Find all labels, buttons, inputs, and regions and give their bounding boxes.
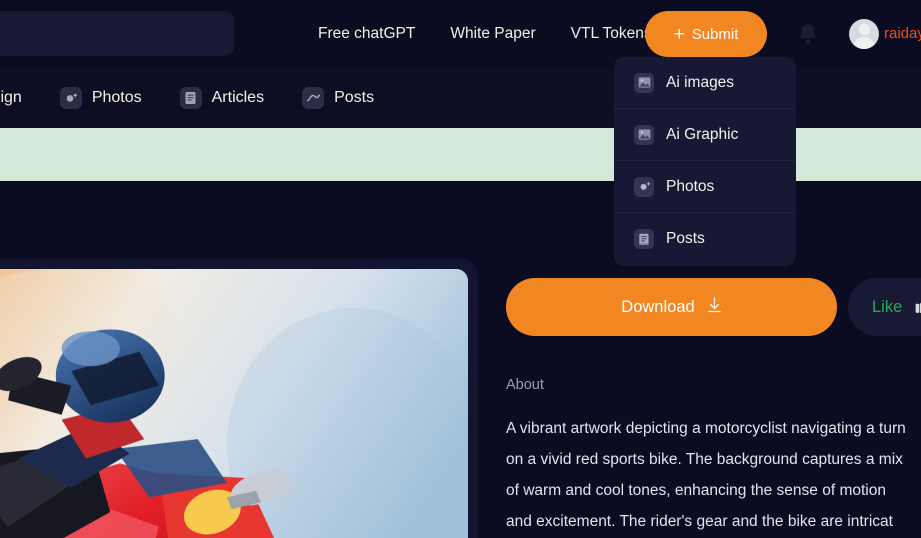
artwork-image <box>0 269 468 538</box>
dropdown-item-label: Photos <box>666 177 715 195</box>
artwork-card[interactable] <box>0 259 478 538</box>
dropdown-item-label: Ai Graphic <box>666 125 739 143</box>
subnav-label: Photos <box>91 89 142 106</box>
dropdown-item-label: Ai images <box>666 73 735 91</box>
nav-link-free-chatgpt[interactable]: Free chatGPT <box>318 25 415 43</box>
avatar-body <box>853 37 875 49</box>
nav-link-white-paper[interactable]: White Paper <box>450 25 535 43</box>
posts-document-icon <box>634 229 654 249</box>
search-input[interactable] <box>0 11 234 56</box>
username-label[interactable]: raiday <box>884 25 921 42</box>
subnav-label: Posts <box>334 89 375 106</box>
dropdown-item-label: Posts <box>666 230 705 247</box>
subnav-item-design[interactable]: Design <box>0 87 22 109</box>
download-arrow-icon <box>707 297 722 317</box>
subnav-item-photos[interactable]: Photos <box>59 87 142 109</box>
dropdown-item-ai-graphic[interactable]: Ai Graphic <box>614 109 796 161</box>
artwork-illustration <box>0 269 468 538</box>
user-avatar-icon[interactable] <box>849 19 879 49</box>
download-button[interactable]: Download <box>506 278 837 336</box>
image-picture-icon <box>634 124 654 145</box>
submit-dropdown-menu: Ai images Ai Graphic Photos Posts <box>614 57 796 266</box>
dropdown-item-ai-images[interactable]: Ai images <box>614 57 796 109</box>
avatar-head <box>858 24 870 35</box>
subnav-item-posts[interactable]: Posts <box>302 87 374 109</box>
image-picture-icon <box>634 72 654 93</box>
thumbs-up-icon <box>914 295 921 319</box>
plus-icon: + <box>673 23 685 45</box>
articles-document-icon <box>179 87 202 109</box>
submit-button[interactable]: + Submit <box>645 11 767 57</box>
about-description: A vibrant artwork depicting a motorcycli… <box>506 420 906 530</box>
subnav-label: Articles <box>211 89 265 106</box>
photos-camera-icon <box>634 176 654 197</box>
download-button-label: Download <box>621 297 695 316</box>
app-root: Download Like About A vibrant artwork de… <box>0 0 921 538</box>
notification-bell-icon[interactable] <box>797 22 819 46</box>
nav-links: Free chatGPT White Paper VTL Tokens <box>318 0 652 68</box>
subnav-label: Design <box>0 89 22 106</box>
submit-button-label: Submit <box>691 25 739 43</box>
about-label: About <box>506 377 544 393</box>
subnav-item-articles[interactable]: Articles <box>179 87 265 109</box>
nav-link-vtl-tokens[interactable]: VTL Tokens <box>571 25 652 43</box>
like-button-label: Like <box>872 297 903 316</box>
photos-camera-icon <box>59 87 82 109</box>
dropdown-item-posts[interactable]: Posts <box>614 213 796 265</box>
dropdown-item-photos[interactable]: Photos <box>614 161 796 213</box>
like-button[interactable]: Like <box>848 278 921 336</box>
posts-trend-icon <box>302 87 325 109</box>
